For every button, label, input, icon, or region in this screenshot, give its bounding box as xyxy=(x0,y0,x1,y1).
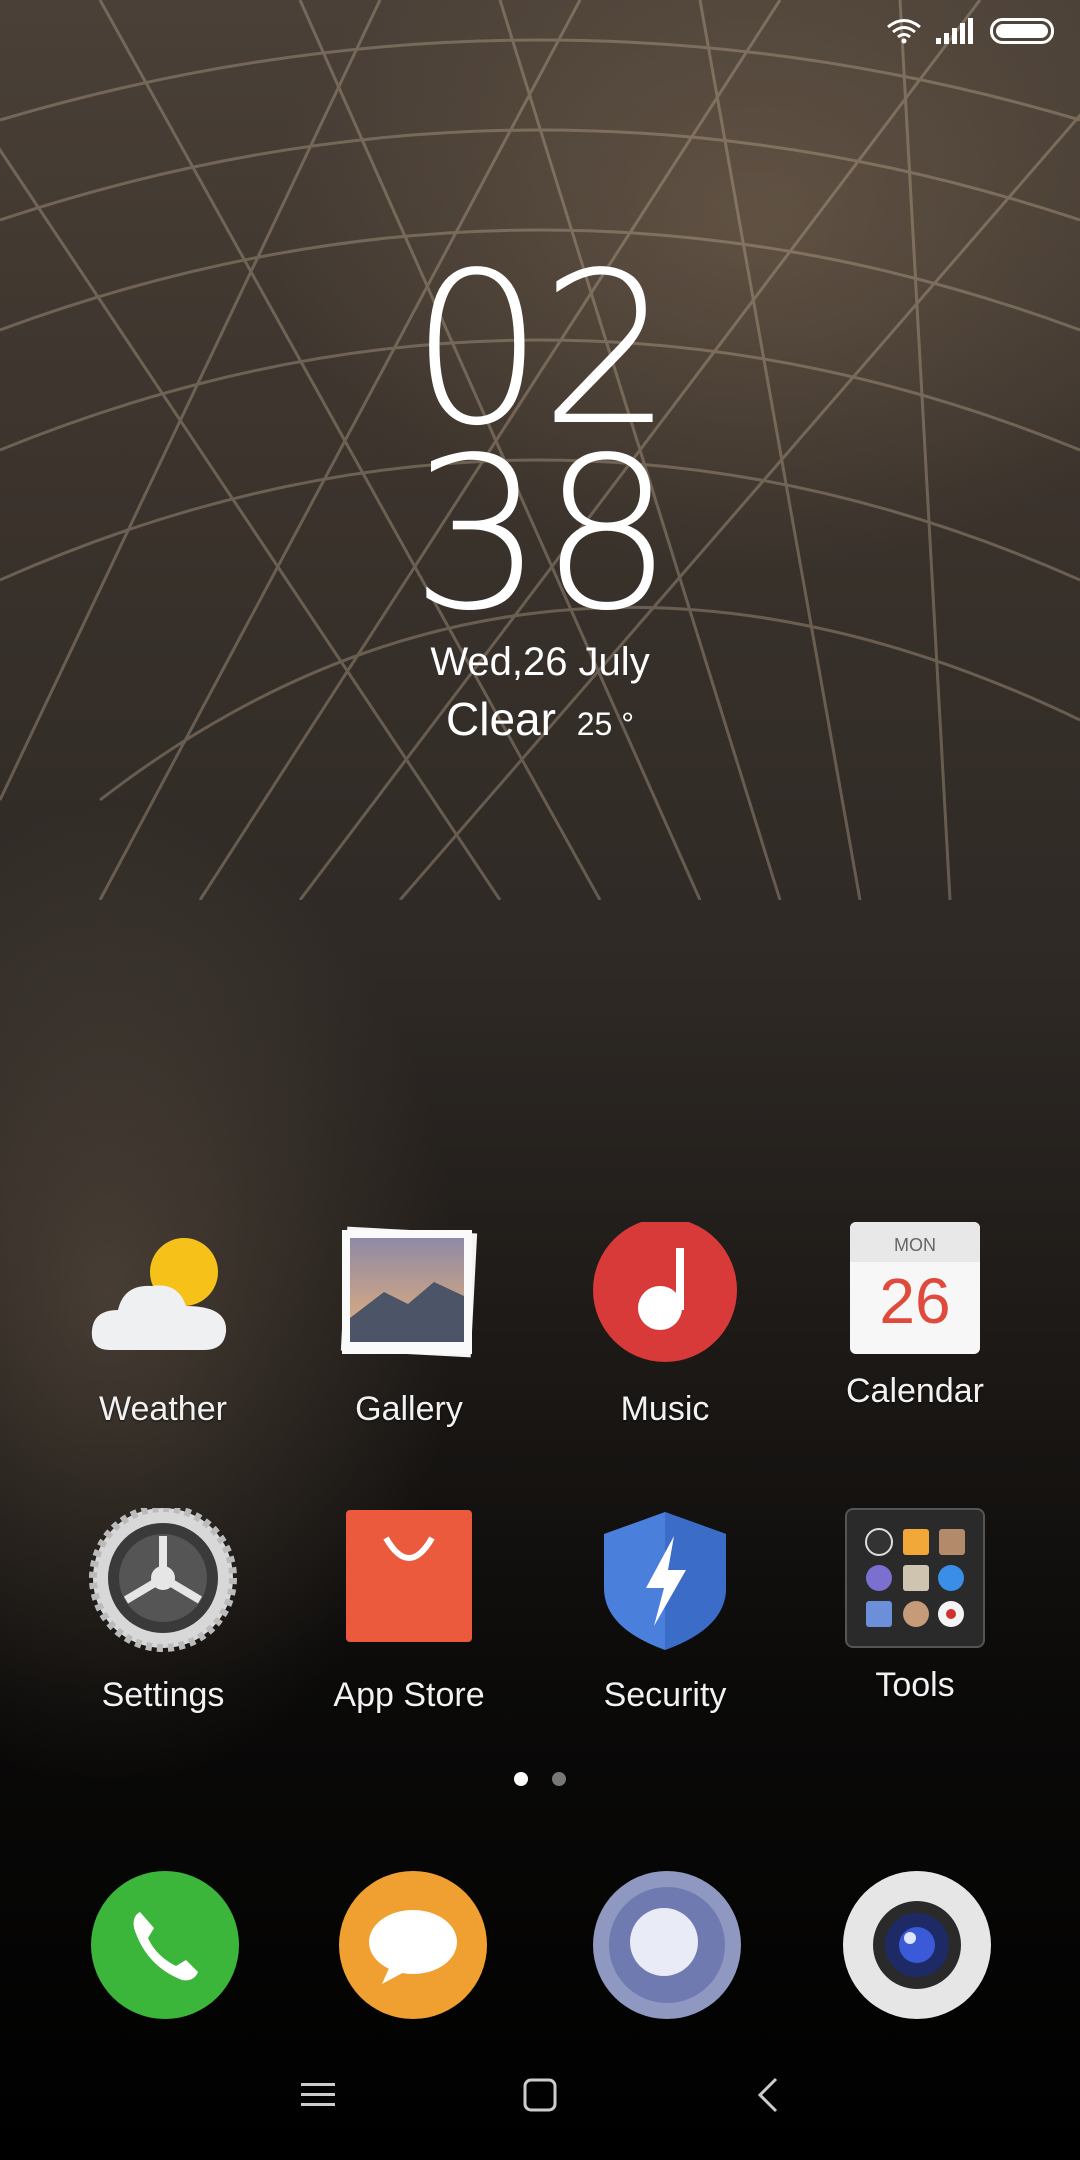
calendar-icon: MON 26 xyxy=(850,1222,980,1354)
clock-minute: 38 xyxy=(410,412,673,657)
dock-browser[interactable] xyxy=(592,1870,742,2020)
app-weather[interactable]: Weather xyxy=(38,1222,288,1429)
back-icon xyxy=(757,2077,778,2113)
app-label: Music xyxy=(620,1390,710,1428)
app-calendar[interactable]: MON 26 Calendar xyxy=(790,1222,1040,1411)
app-label: Gallery xyxy=(355,1390,463,1428)
app-store-icon xyxy=(334,1508,484,1658)
app-label: Security xyxy=(603,1676,727,1714)
folder-tools[interactable]: Tools xyxy=(790,1508,1040,1705)
clock-weather: Clear 25 ° xyxy=(0,692,1080,746)
calendar-day: 26 xyxy=(879,1265,951,1337)
home-button[interactable] xyxy=(500,2060,580,2130)
status-bar xyxy=(886,18,1054,44)
clock-date: Wed,26 July xyxy=(430,640,650,684)
wifi-icon xyxy=(887,19,921,44)
app-label: Weather xyxy=(99,1390,227,1428)
signal-icon xyxy=(936,18,973,44)
page-dot-1[interactable] xyxy=(514,1772,528,1786)
security-icon xyxy=(590,1508,740,1658)
menu-icon xyxy=(301,2083,335,2106)
app-label: Settings xyxy=(101,1676,225,1714)
app-label: App Store xyxy=(333,1676,485,1714)
weather-temperature: 25 ° xyxy=(576,706,634,742)
tools-folder-icon xyxy=(845,1508,985,1648)
page-dot-2[interactable] xyxy=(552,1772,566,1786)
gallery-icon xyxy=(334,1222,484,1372)
dock-messages[interactable] xyxy=(338,1870,488,2020)
dock-camera[interactable] xyxy=(842,1870,992,2020)
music-icon xyxy=(590,1218,740,1372)
settings-icon xyxy=(88,1504,238,1658)
menu-button[interactable] xyxy=(278,2060,358,2130)
app-label: Calendar xyxy=(846,1372,984,1410)
app-gallery[interactable]: Gallery xyxy=(284,1222,534,1429)
battery-icon xyxy=(990,18,1054,44)
camera-icon xyxy=(843,1871,991,2019)
dock-phone[interactable] xyxy=(90,1870,240,2020)
app-settings[interactable]: Settings xyxy=(38,1504,288,1715)
home-icon xyxy=(523,2078,557,2112)
browser-icon xyxy=(593,1871,741,2019)
phone-icon xyxy=(91,1871,239,2019)
app-security[interactable]: Security xyxy=(540,1508,790,1715)
app-music[interactable]: Music xyxy=(540,1218,790,1429)
app-app-store[interactable]: App Store xyxy=(284,1508,534,1715)
weather-condition: Clear xyxy=(446,693,556,745)
weather-icon xyxy=(88,1222,238,1372)
app-label: Tools xyxy=(875,1666,955,1704)
calendar-weekday: MON xyxy=(850,1222,980,1262)
messages-icon xyxy=(339,1871,487,2019)
page-indicator xyxy=(0,1772,1080,1786)
back-button[interactable] xyxy=(728,2060,808,2130)
navigation-bar xyxy=(0,2060,1080,2130)
